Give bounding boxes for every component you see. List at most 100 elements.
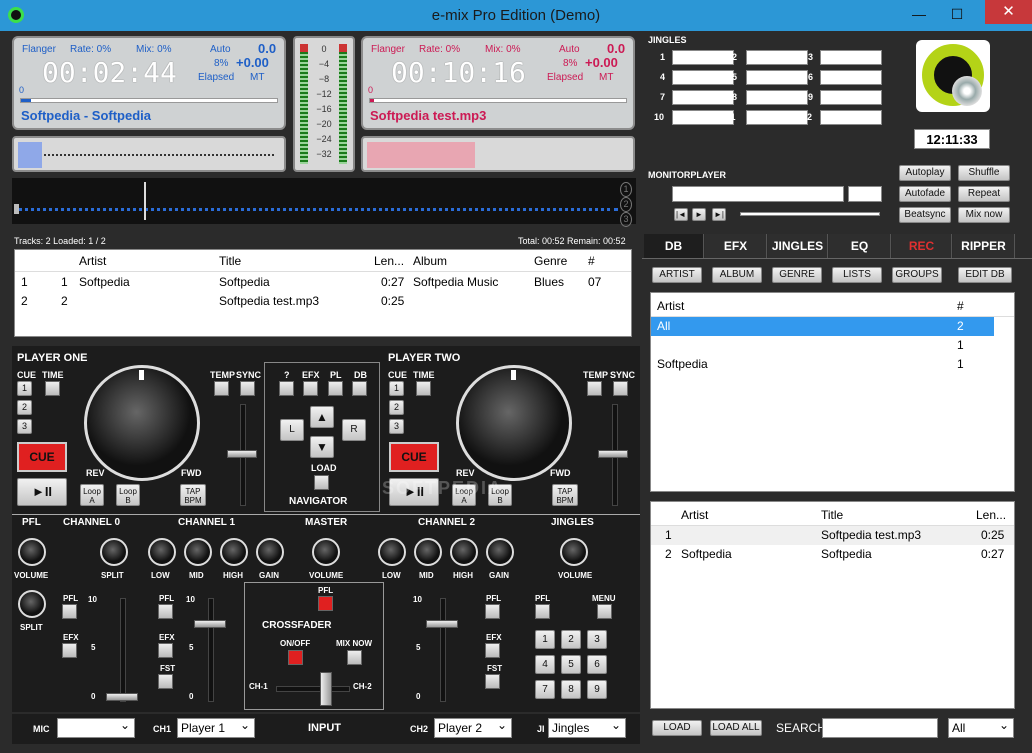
monitor-prev-button[interactable]: |◄ [674, 208, 688, 221]
jingle-slot-7[interactable] [672, 90, 734, 105]
nav-left-button[interactable]: L [280, 419, 304, 441]
jingles-volume-knob[interactable] [560, 538, 588, 566]
tab-ripper[interactable]: RIPPER [953, 234, 1015, 258]
monitor-time-field[interactable] [848, 186, 882, 202]
tab-efx[interactable]: EFX [705, 234, 767, 258]
overview-waveform[interactable]: 123 [12, 178, 636, 227]
player1-tap-bpm-button[interactable]: TAP BPM [180, 484, 206, 506]
playlist-table[interactable]: Artist Title Len... Album Genre # 1 1 Soft… [14, 249, 632, 337]
deck2-position-bar[interactable] [369, 98, 627, 103]
repeat-button[interactable]: Repeat [958, 186, 1010, 202]
crossfader-track[interactable] [276, 686, 350, 692]
player1-cue-3[interactable]: 3 [17, 419, 32, 434]
player2-cue-1[interactable]: 1 [389, 381, 404, 396]
monitor-seek-bar[interactable] [740, 212, 880, 216]
title-col-artist[interactable]: Artist [681, 508, 708, 522]
ch1-efx-toggle[interactable] [158, 643, 173, 658]
jingle-pad-8[interactable]: 8 [561, 680, 581, 699]
artist-row[interactable]: Softpedia 1 [651, 355, 1014, 374]
artist-row[interactable]: 1 [651, 336, 1014, 355]
db-button-groups[interactable]: GROUPS [892, 267, 942, 283]
player2-tap-bpm-button[interactable]: TAP BPM [552, 484, 578, 506]
player1-temp-toggle[interactable] [214, 381, 229, 396]
crossfader-mixnow-toggle[interactable] [347, 650, 362, 665]
nav-up-button[interactable]: ▲ [310, 406, 334, 428]
beatsync-button[interactable]: Beatsync [899, 207, 951, 223]
tab-db[interactable]: DB [644, 234, 704, 258]
db-button-edit-db[interactable]: EDIT DB [958, 267, 1012, 283]
master-pfl-toggle[interactable] [318, 596, 333, 611]
jingles-pfl-toggle[interactable] [535, 604, 550, 619]
nav-down-button[interactable]: ▼ [310, 436, 334, 458]
playlist-col-number[interactable]: # [588, 254, 595, 268]
mic-select[interactable] [57, 716, 135, 738]
playlist-col-length[interactable]: Len... [374, 254, 404, 268]
crossfader-onoff-toggle[interactable] [288, 650, 303, 665]
ch1-gain-knob[interactable] [256, 538, 284, 566]
jingle-slot-2[interactable] [746, 50, 808, 65]
ch2-input-select[interactable]: Player 2 [434, 716, 512, 738]
jingle-pad-5[interactable]: 5 [561, 655, 581, 674]
overview-numbers[interactable]: 123 [620, 182, 632, 227]
ch1-high-knob[interactable] [220, 538, 248, 566]
player1-sync-toggle[interactable] [240, 381, 255, 396]
ch1-fst-toggle[interactable] [158, 674, 173, 689]
autoplay-button[interactable]: Autoplay [899, 165, 951, 181]
ch2-pfl-toggle[interactable] [485, 604, 500, 619]
playlist-col-album[interactable]: Album [413, 254, 447, 268]
ch0-split-knob[interactable] [100, 538, 128, 566]
jingle-pad-9[interactable]: 9 [587, 680, 607, 699]
autofade-button[interactable]: Autofade [899, 186, 951, 202]
mix-now-button[interactable]: Mix now [958, 207, 1010, 223]
nav-efx-toggle[interactable] [303, 381, 318, 396]
jingle-slot-4[interactable] [672, 70, 734, 85]
artist-list[interactable]: Artist # All 2 1 Softpedia 1 [650, 292, 1015, 492]
deck1-waveform[interactable] [12, 136, 286, 172]
tab-jingles[interactable]: JINGLES [768, 234, 828, 258]
close-button[interactable]: ✕ [985, 0, 1032, 24]
ch1-low-knob[interactable] [148, 538, 176, 566]
nav-pl-toggle[interactable] [328, 381, 343, 396]
ch2-efx-toggle[interactable] [485, 643, 500, 658]
ch2-fader-cap[interactable] [426, 620, 458, 628]
jingle-slot-1[interactable] [672, 50, 734, 65]
jingle-pad-1[interactable]: 1 [535, 630, 555, 649]
load-button[interactable]: LOAD [652, 720, 702, 736]
ji-input-select[interactable]: Jingles [548, 716, 626, 738]
player1-loop-a-button[interactable]: Loop A [80, 484, 104, 506]
jingle-pad-4[interactable]: 4 [535, 655, 555, 674]
jingle-slot-3[interactable] [820, 50, 882, 65]
monitor-play-button[interactable]: ► [692, 208, 706, 221]
nav-load-button[interactable] [314, 475, 329, 490]
player2-cue-2[interactable]: 2 [389, 400, 404, 415]
nav-right-button[interactable]: R [342, 419, 366, 441]
title-list[interactable]: Artist Title Len... 1 Softpedia test.mp3 0… [650, 501, 1015, 709]
nav-help-toggle[interactable] [279, 381, 294, 396]
artist-col-artist[interactable]: Artist [657, 299, 684, 313]
player1-cue-button[interactable]: CUE [17, 442, 67, 472]
ch1-mid-knob[interactable] [184, 538, 212, 566]
minimize-button[interactable]: — [905, 2, 933, 26]
jingles-menu-toggle[interactable] [597, 604, 612, 619]
ch2-fst-toggle[interactable] [485, 674, 500, 689]
ch2-low-knob[interactable] [378, 538, 406, 566]
pfl-volume-knob[interactable] [18, 538, 46, 566]
pfl-split-knob[interactable] [18, 590, 46, 618]
ch1-volume-fader[interactable] [208, 598, 214, 702]
player2-cue-button[interactable]: CUE [389, 442, 439, 472]
title-row[interactable]: 1 Softpedia test.mp3 0:25 [651, 526, 1014, 545]
title-col-length[interactable]: Len... [976, 508, 1006, 522]
jingle-pad-2[interactable]: 2 [561, 630, 581, 649]
monitor-track-field[interactable] [672, 186, 844, 202]
tab-eq[interactable]: EQ [829, 234, 891, 258]
load-all-button[interactable]: LOAD ALL [710, 720, 762, 736]
deck2-waveform[interactable] [361, 136, 635, 172]
player2-time-toggle[interactable] [416, 381, 431, 396]
jingle-slot-9[interactable] [820, 90, 882, 105]
db-button-album[interactable]: ALBUM [712, 267, 762, 283]
title-col-title[interactable]: Title [821, 508, 843, 522]
ch1-input-select[interactable]: Player 1 [177, 716, 255, 738]
ch1-fader-cap[interactable] [194, 620, 226, 628]
playlist-col-genre[interactable]: Genre [534, 254, 567, 268]
ch2-mid-knob[interactable] [414, 538, 442, 566]
